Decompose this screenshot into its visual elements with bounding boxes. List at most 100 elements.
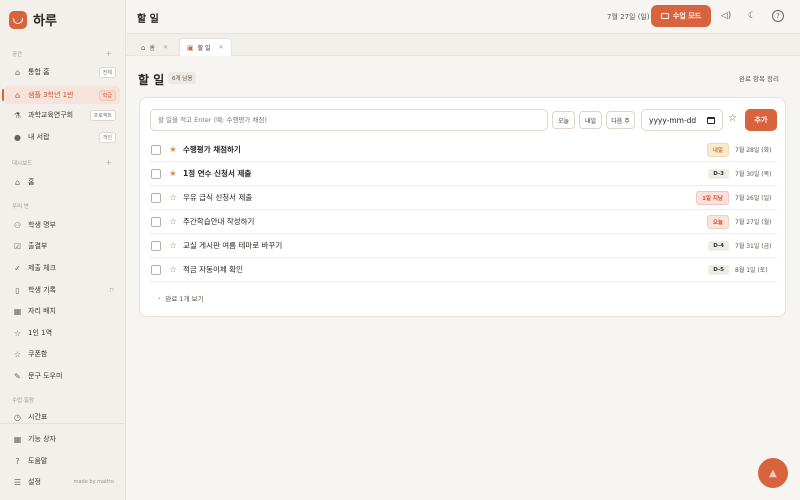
- task-checkbox[interactable]: [151, 192, 161, 203]
- sidebar: 하루 공간 + ⌂ 통합 홈 전체 ⌂ 샘플 3학년 1반 학급 ⚗ 과학교육연…: [0, 0, 126, 500]
- made-by[interactable]: made by mattto: [74, 479, 114, 485]
- task-checkbox[interactable]: [151, 264, 161, 275]
- star-outline-icon: ☆: [13, 328, 22, 338]
- star-filled-icon[interactable]: ★: [168, 169, 178, 178]
- show-done-toggle[interactable]: › 완료 1개 보기: [158, 293, 204, 304]
- star-outline-icon: ☆: [13, 349, 22, 359]
- task-checkbox[interactable]: [151, 144, 161, 155]
- task-due-badge: 1일 지남: [696, 190, 729, 205]
- speaker-icon[interactable]: ◁): [720, 10, 732, 22]
- task-date: 7월 28일 (화): [735, 147, 772, 154]
- tab-bar: ⌂ 홈 ✕ ▣ 할 일 ✕: [126, 34, 800, 56]
- task-due-badge: 내일: [706, 142, 729, 157]
- task-row[interactable]: ☆ 적금 자동이체 확인 D-5 8월 1일 (토): [150, 258, 777, 282]
- page-title: 할 일: [137, 14, 159, 25]
- task-input[interactable]: [150, 109, 548, 131]
- star-outline-icon[interactable]: ☆: [168, 265, 178, 274]
- star-outline-icon[interactable]: ☆: [168, 241, 178, 250]
- task-title[interactable]: 수행평가 채점하기: [183, 144, 707, 155]
- users-icon: ⚇: [13, 220, 22, 230]
- house-icon: ⌂: [14, 67, 21, 77]
- help-icon[interactable]: ?: [772, 10, 784, 22]
- task-checkbox[interactable]: [151, 168, 161, 179]
- sidebar-item-settings[interactable]: ☰ 설정 made by mattto: [4, 473, 120, 491]
- current-date: 7월 27일 (일): [607, 13, 650, 21]
- sidebar-divider: [0, 423, 126, 424]
- task-date: 8월 1일 (토): [735, 267, 768, 274]
- sidebar-item-student-records[interactable]: ▯ 학생 기록 ⊓: [4, 281, 120, 299]
- sidebar-item-help[interactable]: ? 도움말: [4, 452, 120, 470]
- task-title[interactable]: 주간학습안내 작성하기: [183, 216, 707, 227]
- close-icon[interactable]: ✕: [163, 44, 168, 51]
- quick-next-week-button[interactable]: 다음 주: [606, 111, 635, 129]
- star-outline-icon[interactable]: ☆: [168, 217, 178, 226]
- section-dashboard: 대시보드 +: [12, 158, 112, 167]
- add-button[interactable]: 추가: [745, 109, 777, 131]
- pencil-icon: ✎: [14, 371, 21, 381]
- close-icon[interactable]: ✕: [219, 44, 224, 51]
- task-date: 7월 31일 (금): [735, 243, 772, 250]
- flame-icon: ▲: [769, 467, 777, 479]
- sidebar-item-science-society[interactable]: ⚗ 과학교육연구회 프로젝트: [4, 106, 120, 124]
- task-row[interactable]: ★ 1정 연수 신청서 제출 D-3 7월 30일 (목): [150, 162, 777, 186]
- task-checkbox[interactable]: [151, 216, 161, 227]
- quick-today-button[interactable]: 오늘: [552, 111, 575, 129]
- lock-icon: ⊓: [109, 286, 114, 294]
- tv-icon: [660, 13, 669, 19]
- task-date: 7월 30일 (목): [735, 171, 772, 178]
- task-checkbox[interactable]: [151, 240, 161, 251]
- sidebar-item-feature-box[interactable]: ▦ 기능 상자: [4, 430, 120, 448]
- sidebar-item-integrated-home[interactable]: ⌂ 통합 홈 전체: [4, 63, 120, 81]
- sidebar-item-my-drawer[interactable]: ● 내 서랍 개인: [4, 128, 120, 146]
- task-date: 7월 26일 (일): [735, 195, 772, 202]
- check-icon: ✓: [14, 263, 21, 273]
- remaining-badge: 6개 남음: [168, 72, 197, 84]
- task-row[interactable]: ★ 수행평가 채점하기 내일 7월 28일 (화): [150, 138, 777, 162]
- class-mode-button[interactable]: 수업 모드: [651, 5, 711, 27]
- sidebar-item-submission-check[interactable]: ✓ 제출 체크: [4, 259, 120, 277]
- sidebar-item-seating[interactable]: ▦ 자리 배치: [4, 302, 120, 320]
- help-icon: ?: [15, 456, 20, 466]
- school-icon: ⌂: [14, 90, 21, 100]
- space-tag: 학급: [98, 89, 116, 101]
- task-title[interactable]: 교실 게시판 여름 테마로 바꾸기: [183, 240, 708, 251]
- checkbox-icon: ☑: [13, 241, 22, 251]
- sidebar-item-attendance[interactable]: ☑ 출결부: [4, 237, 120, 255]
- home-icon: ⌂: [14, 177, 21, 187]
- sidebar-item-coupons[interactable]: ☆ 쿠폰함: [4, 345, 120, 363]
- clear-done-button[interactable]: 완료 항목 정리: [739, 73, 779, 83]
- task-title[interactable]: 적금 자동이체 확인: [183, 264, 708, 275]
- sidebar-item-home[interactable]: ⌂ 홈: [4, 173, 120, 191]
- todo-icon: ▣: [187, 43, 194, 52]
- moon-icon[interactable]: ☾: [746, 10, 758, 22]
- star-toggle-icon[interactable]: ☆: [728, 113, 737, 124]
- task-title[interactable]: 1정 연수 신청서 제출: [183, 168, 708, 179]
- section-class: 우리 반: [12, 204, 29, 210]
- task-due-badge: D-4: [708, 240, 729, 251]
- task-title[interactable]: 우유 급식 신청서 제출: [183, 192, 696, 203]
- flame-button[interactable]: ▲: [758, 458, 788, 488]
- task-row[interactable]: ☆ 우유 급식 신청서 제출 1일 지남 7월 26일 (일): [150, 186, 777, 210]
- task-row[interactable]: ☆ 주간학습안내 작성하기 오늘 7월 27일 (월): [150, 210, 777, 234]
- tab-home[interactable]: ⌂ 홈 ✕: [133, 38, 176, 56]
- star-filled-icon[interactable]: ★: [168, 145, 178, 154]
- due-date-input[interactable]: yyyy-mm-dd: [641, 109, 723, 131]
- star-outline-icon[interactable]: ☆: [168, 193, 178, 202]
- flask-icon: ⚗: [13, 110, 22, 120]
- sidebar-item-one-role[interactable]: ☆ 1인 1역: [4, 324, 120, 342]
- calendar-icon[interactable]: [707, 116, 715, 124]
- grid-icon: ▦: [13, 434, 22, 444]
- task-row[interactable]: ☆ 교실 게시판 여름 테마로 바꾸기 D-4 7월 31일 (금): [150, 234, 777, 258]
- brand[interactable]: 하루: [9, 10, 57, 29]
- add-dashboard-icon[interactable]: +: [105, 158, 112, 167]
- task-date: 7월 27일 (월): [735, 219, 772, 226]
- quick-tomorrow-button[interactable]: 내일: [579, 111, 602, 129]
- sidebar-item-student-roster[interactable]: ⚇ 학생 명부: [4, 216, 120, 234]
- add-space-icon[interactable]: +: [105, 49, 112, 58]
- sidebar-item-phrase-helper[interactable]: ✎ 문구 도우미: [4, 367, 120, 385]
- app-name: 하루: [33, 14, 57, 29]
- clock-icon: ◷: [14, 412, 21, 422]
- space-tag: 프로젝트: [89, 109, 116, 121]
- tab-todo[interactable]: ▣ 할 일 ✕: [179, 38, 232, 56]
- sidebar-item-sample-class[interactable]: ⌂ 샘플 3학년 1반 학급: [2, 86, 120, 104]
